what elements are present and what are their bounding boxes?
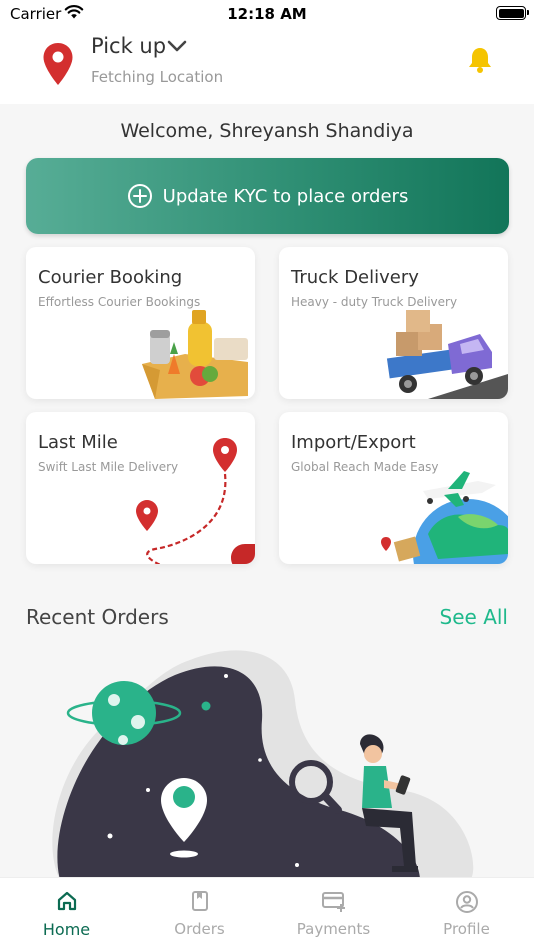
card-title: Courier Booking (38, 267, 183, 288)
plus-circle-icon (127, 184, 152, 208)
truck-delivery-card[interactable]: Truck Delivery Heavy - duty Truck Delive… (279, 247, 508, 399)
payments-icon (321, 892, 345, 912)
profile-icon (455, 891, 478, 913)
orders-icon (191, 891, 208, 911)
empty-orders-illustration (52, 650, 474, 877)
grocery-box-illustration (142, 310, 248, 399)
card-title: Truck Delivery (291, 267, 419, 288)
update-kyc-button[interactable]: Update KYC to place orders (26, 158, 509, 234)
import-export-card[interactable]: Import/Export Global Reach Made Easy (279, 412, 508, 564)
card-title: Last Mile (38, 432, 118, 453)
tab-home[interactable]: Home (0, 878, 133, 950)
tab-payments[interactable]: Payments (267, 878, 400, 950)
tab-label: Orders (174, 920, 225, 938)
route-map-illustration (136, 438, 255, 564)
location-status: Fetching Location (91, 68, 224, 86)
tab-profile[interactable]: Profile (400, 878, 533, 950)
tab-label: Profile (443, 920, 490, 938)
card-title: Import/Export (291, 432, 416, 453)
truck-illustration (386, 310, 508, 399)
globe-plane-illustration (381, 471, 508, 564)
courier-booking-card[interactable]: Courier Booking Effortless Courier Booki… (26, 247, 255, 399)
status-time: 12:18 AM (227, 5, 307, 23)
home-icon (57, 891, 76, 911)
battery-icon (496, 6, 526, 20)
kyc-label: Update KYC to place orders (162, 185, 409, 207)
battery-tip (527, 10, 529, 15)
bottom-tab-bar: Home Orders Payments Profile (0, 877, 534, 950)
chevron-down-icon[interactable] (167, 39, 187, 53)
tab-label: Home (42, 920, 91, 939)
status-bar: Carrier 12:18 AM (0, 0, 534, 28)
recent-orders-title: Recent Orders (26, 605, 169, 629)
pickup-dropdown[interactable]: Pick up (91, 34, 166, 58)
location-header: Pick up Fetching Location (0, 28, 534, 104)
tab-label: Payments (296, 920, 371, 938)
bell-icon[interactable] (467, 46, 493, 74)
location-pin-icon (43, 43, 73, 85)
welcome-message: Welcome, Shreyansh Shandiya (120, 120, 414, 142)
see-all-link[interactable]: See All (440, 605, 508, 629)
tab-orders[interactable]: Orders (133, 878, 266, 950)
last-mile-card[interactable]: Last Mile Swift Last Mile Delivery (26, 412, 255, 564)
